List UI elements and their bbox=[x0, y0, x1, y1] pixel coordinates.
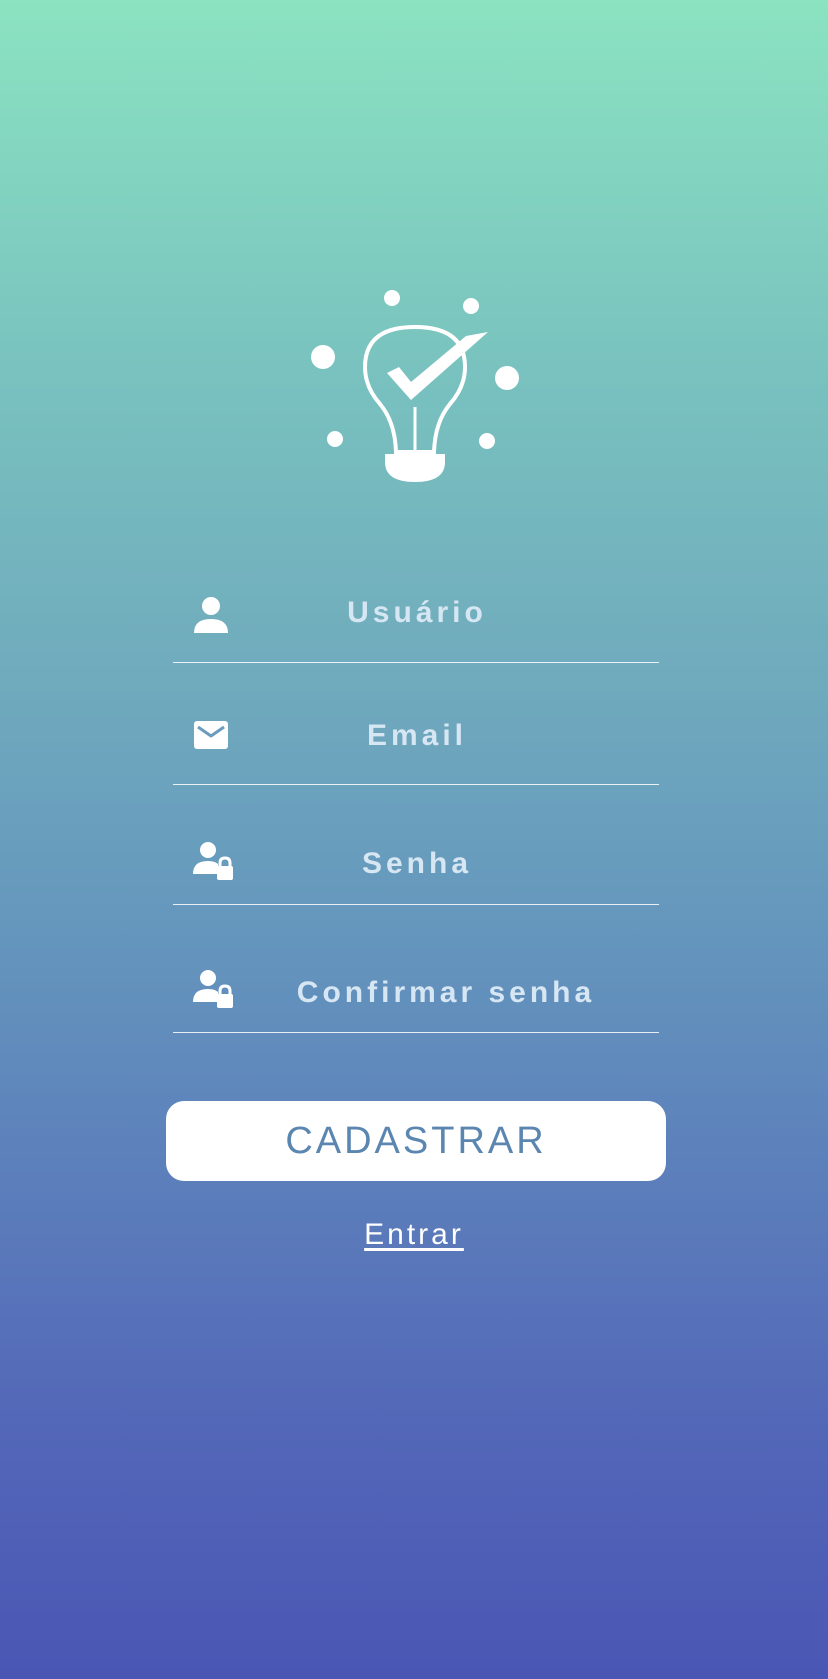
password-field bbox=[173, 820, 659, 905]
password-input[interactable] bbox=[175, 844, 659, 884]
lightbulb-check-icon bbox=[311, 290, 519, 482]
confirm-password-input[interactable] bbox=[233, 973, 659, 1013]
confirm-password-field bbox=[173, 948, 659, 1033]
username-input[interactable] bbox=[175, 593, 659, 633]
register-button[interactable]: CADASTRAR bbox=[166, 1101, 666, 1181]
person-lock-icon bbox=[191, 968, 233, 1008]
login-link[interactable]: Entrar bbox=[0, 1218, 828, 1252]
email-field bbox=[173, 698, 659, 785]
register-screen: CADASTRAR Entrar bbox=[0, 0, 828, 1679]
username-field bbox=[173, 575, 659, 663]
app-logo bbox=[300, 282, 530, 482]
email-input[interactable] bbox=[175, 716, 659, 756]
